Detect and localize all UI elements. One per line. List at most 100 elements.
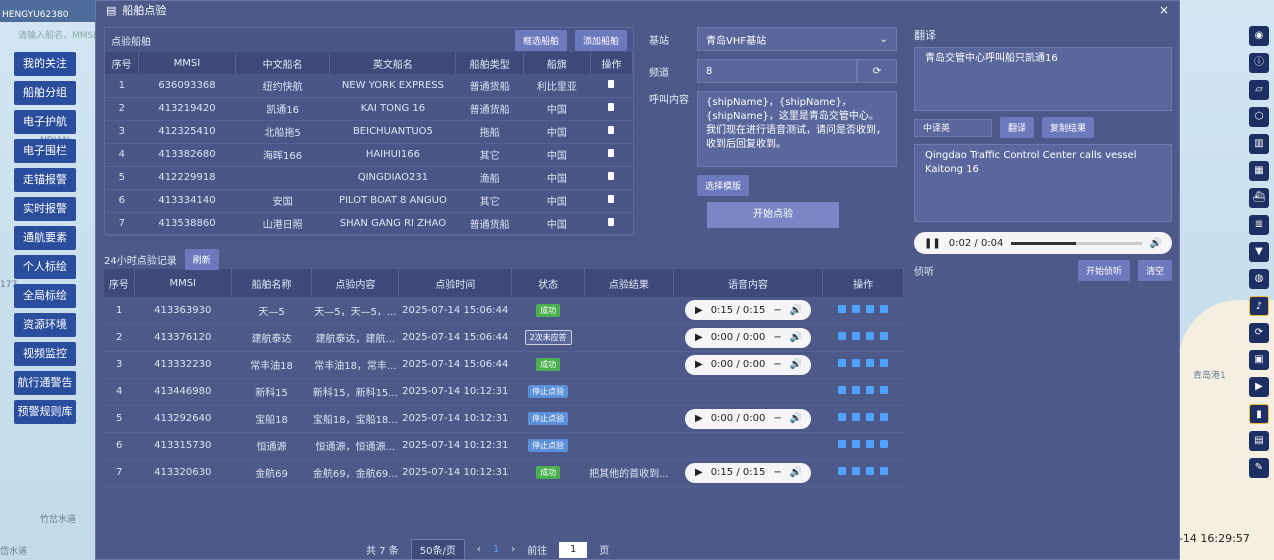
minus-icon[interactable]: − [773,359,781,370]
next-page-icon[interactable]: › [511,544,515,555]
filter-icon[interactable]: ▼ [1249,242,1269,262]
book-icon[interactable]: ▥ [1249,134,1269,154]
audio-player[interactable]: ▶ 0:15 / 0:15− 🔊 [684,462,811,483]
volume-icon[interactable]: 🔊 [790,467,802,478]
location-icon[interactable]: ◉ [1249,26,1269,46]
play-icon[interactable]: ▶ [695,359,703,370]
nav-item[interactable]: 通航要素 [14,226,76,250]
volume-icon[interactable]: 🔊 [790,305,802,316]
flag-icon[interactable] [880,467,889,475]
refresh-icon[interactable]: ⟳ [1249,323,1269,343]
location-icon[interactable] [866,440,875,448]
trash-icon[interactable] [608,126,615,134]
source-text[interactable]: 青岛交管中心呼叫船只凯通16 [914,47,1172,111]
nav-item[interactable]: 实时报警 [14,197,76,221]
call-content-input[interactable]: {shipName}，{shipName}，{shipName}，这里是青岛交管… [697,91,897,167]
flag-icon[interactable] [880,440,889,448]
image-icon[interactable]: ▣ [1249,350,1269,370]
minus-icon[interactable]: − [773,305,781,316]
download-icon[interactable] [852,359,861,367]
refresh-icon[interactable]: ⟳ [857,59,897,83]
copy-result-button[interactable]: 复制结果 [1042,117,1095,138]
minus-icon[interactable]: − [773,413,781,424]
grid-icon[interactable]: ▦ [1249,161,1269,181]
close-button[interactable]: × [1159,3,1169,17]
minus-icon[interactable]: − [773,332,781,343]
table-row[interactable]: 4 413446980 新科15 新科15，新科15... 2025-07-14 10:… [104,378,904,406]
ship-icon[interactable]: ⛴ [1249,188,1269,208]
trash-icon[interactable] [608,79,615,88]
audio-player[interactable]: ▶ 0:00 / 0:00− 🔊 [684,408,811,429]
start-listen-button[interactable]: 开始侦听 [1077,260,1130,281]
trash-icon[interactable] [608,103,615,111]
chart-icon[interactable]: ▮ [1249,404,1269,424]
volume-icon[interactable]: 🔊 [790,332,802,343]
volume-icon[interactable]: 🔊 [790,413,802,424]
table-row[interactable]: 3 413332230 常丰油18 常丰油18，常丰... 2025-07-14 15:… [104,351,904,379]
audio-player[interactable]: ▶ 0:15 / 0:15− 🔊 [684,300,811,321]
location-icon[interactable] [866,304,875,313]
audio-player[interactable]: ▶ 0:00 / 0:00− 🔊 [684,354,811,375]
refresh-button[interactable]: 刷新 [184,248,219,270]
location-icon[interactable] [866,359,875,367]
play-icon[interactable]: ▶ [695,305,703,316]
flag-icon[interactable] [880,359,889,367]
bell-icon[interactable]: ♪ [1249,296,1269,316]
download-icon[interactable] [852,386,861,394]
nav-item[interactable]: 全局标绘 [14,284,76,308]
nav-item[interactable]: 我的关注 [14,52,76,76]
select-template-button[interactable]: 选择模版 [697,175,750,196]
page-number[interactable]: 1 [493,544,499,555]
nav-item[interactable]: 视频监控 [14,342,76,366]
play-icon[interactable]: ▶ [695,332,703,343]
trash-icon[interactable] [608,195,615,203]
edit-icon[interactable] [838,440,847,448]
nav-item[interactable]: 个人标绘 [14,255,76,279]
download-icon[interactable] [852,304,861,313]
table-row[interactable]: 4 413382680 海晖166 HAIHUI166 其它 中国 [105,143,633,167]
table-row[interactable]: 3 412325410 北船拖5 BEICHUANTUO5 拖船 中国 [105,120,633,144]
language-select[interactable]: 中译英 [914,118,992,137]
flag-icon[interactable] [880,332,889,340]
pause-icon[interactable]: ❚❚ [924,238,941,249]
nav-item[interactable]: 船舶分组 [14,81,76,105]
table-row[interactable]: 2 413376120 建航泰达 建航泰达，建航... 2025-07-14 15:06… [104,324,904,352]
location-icon[interactable] [866,332,875,340]
trash-icon[interactable] [608,218,615,226]
progress-track[interactable] [1011,241,1142,245]
add-ship-button[interactable]: 添加船舶 [574,29,627,51]
table-row[interactable]: 6 413315730 恒通源 恒通源，恒通源... 2025-07-14 10:12:… [104,432,904,460]
minus-icon[interactable]: − [773,467,781,478]
flag-icon[interactable] [880,304,889,313]
table-row[interactable]: 5 412229918 QINGDIAO231 渔船 中国 [105,166,633,190]
volume-icon[interactable]: 🔊 [790,359,802,370]
nav-item[interactable]: 航行通警告 [14,371,76,395]
play-icon[interactable]: ▶ [695,413,703,424]
edit-icon[interactable] [838,359,847,367]
nav-item[interactable]: 电子护航 [14,110,76,134]
base-select[interactable]: 青岛VHF基站 ⌄ [697,27,897,51]
edit-icon[interactable] [838,413,847,421]
location-icon[interactable] [866,386,875,394]
table-row[interactable]: 5 413292640 宝船18 宝船18，宝船18... 2025-07-14 10:… [104,405,904,433]
table-row[interactable]: 6 413334140 安国 PILOT BOAT 8 ANGUO 其它 中国 [105,189,633,213]
table-row[interactable]: 1 413363930 天—5 天—5，天—5，... 2025-07-14 15:06… [104,297,904,325]
edit-icon[interactable]: ✎ [1249,458,1269,478]
storage-icon[interactable]: ▤ [1249,431,1269,451]
edit-icon[interactable] [838,467,847,475]
nav-item[interactable]: 走锚报警 [14,168,76,192]
download-icon[interactable] [852,440,861,448]
start-check-button[interactable]: 开始点验 [707,202,839,228]
trash-icon[interactable] [608,172,615,180]
prev-page-icon[interactable]: ‹ [477,544,481,555]
page-size-select[interactable]: 50条/页 [410,539,465,560]
edit-icon[interactable] [838,332,847,340]
search-placeholder[interactable]: 请输入船名、MMSI [18,28,96,41]
globe-icon[interactable]: ◍ [1249,269,1269,289]
trash-icon[interactable] [608,149,615,157]
nav-item[interactable]: 资源环境 [14,313,76,337]
download-icon[interactable] [852,467,861,475]
channel-input[interactable]: 8 [697,59,857,83]
table-row[interactable]: 2 413219420 凯通16 KAI TONG 16 普通货船 中国 [105,97,633,121]
clear-button[interactable]: 清空 [1137,260,1172,281]
